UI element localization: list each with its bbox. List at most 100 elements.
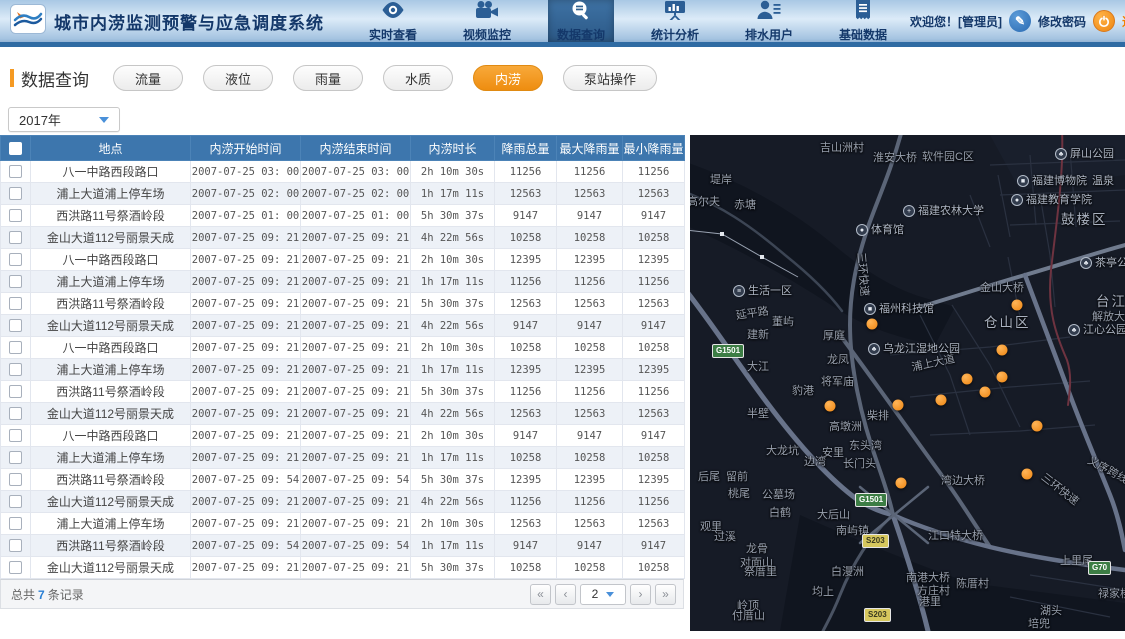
nav-label: 数据查询 xyxy=(556,27,605,42)
tab-level[interactable]: 液位 xyxy=(203,65,273,91)
nav-item-base-data[interactable]: 基础数据 xyxy=(816,0,910,42)
flood-marker[interactable] xyxy=(895,477,907,489)
table-row[interactable]: 金山大道112号丽景天成 2007-07-25 09: 21 2007-07-25 … xyxy=(0,402,685,425)
table-row[interactable]: 八一中路西段路口 2007-07-25 09: 21 2007-07-25 09: … xyxy=(0,248,685,271)
cell: 2007-07-25 09: 21 xyxy=(190,248,301,271)
flood-marker[interactable] xyxy=(996,371,1008,383)
cell: 2007-07-25 01: 00 xyxy=(190,204,301,227)
table-row[interactable]: 浦上大道浦上停车场 2007-07-25 09: 21 2007-07-25 09:… xyxy=(0,446,685,469)
cell: 2007-07-25 09: 21 xyxy=(190,292,301,315)
row-checkbox[interactable] xyxy=(9,341,22,354)
pagination: « ‹ 2 › » xyxy=(530,583,676,605)
flood-marker[interactable] xyxy=(979,386,991,398)
tab-pump-station[interactable]: 泵站操作 xyxy=(563,65,658,91)
table-row[interactable]: 西洪路11号祭酒岭段 2007-07-25 09: 21 2007-07-25 09… xyxy=(0,380,685,403)
tab-water-quality[interactable]: 水质 xyxy=(383,65,453,91)
row-checkbox[interactable] xyxy=(9,385,22,398)
flood-marker[interactable] xyxy=(1011,299,1023,311)
nav-item-data-query[interactable]: 数据查询 xyxy=(548,0,614,42)
table-row[interactable]: 八一中路西段路口 2007-07-25 09: 21 2007-07-25 09: … xyxy=(0,336,685,359)
flood-marker[interactable] xyxy=(824,400,836,412)
flood-marker[interactable] xyxy=(935,394,947,406)
row-checkbox[interactable] xyxy=(9,253,22,266)
cell: 10258 xyxy=(556,446,623,469)
map-label: 陈厝村 xyxy=(956,578,989,590)
row-checkbox[interactable] xyxy=(9,561,22,574)
tab-waterlogging[interactable]: 内涝 xyxy=(473,65,543,91)
cell: 12563 xyxy=(556,402,623,425)
poi-label: 茶亭公园 xyxy=(1095,256,1125,269)
next-page-button[interactable]: › xyxy=(630,583,651,605)
cell: 11256 xyxy=(622,160,685,183)
cell: 10258 xyxy=(494,556,557,579)
map-label: 东头湾 xyxy=(849,440,882,452)
row-checkbox[interactable] xyxy=(9,451,22,464)
cell: 2007-07-25 09: 21 xyxy=(300,446,411,469)
flood-marker[interactable] xyxy=(866,318,878,330)
map-poi: ♣ 屏山公园 xyxy=(1055,148,1114,160)
cell: 2h 10m 30s xyxy=(410,160,495,183)
page-select[interactable]: 2 xyxy=(580,583,626,605)
first-page-button[interactable]: « xyxy=(530,583,551,605)
table-row[interactable]: 西洪路11号祭酒岭段 2007-07-25 09: 54 2007-07-25 09… xyxy=(0,468,685,491)
flood-marker[interactable] xyxy=(892,399,904,411)
row-checkbox[interactable] xyxy=(9,407,22,420)
row-checkbox[interactable] xyxy=(9,187,22,200)
flood-marker[interactable] xyxy=(1031,420,1043,432)
tab-rainfall[interactable]: 雨量 xyxy=(293,65,363,91)
row-checkbox[interactable] xyxy=(9,429,22,442)
poi-icon: ♣ xyxy=(1068,324,1080,336)
table-header-row: 地点 内涝开始时间 内涝结束时间 内涝时长 降雨总量 最大降雨量 最小降雨量 xyxy=(0,135,685,161)
table-row[interactable]: 八一中路西段路口 2007-07-25 09: 21 2007-07-25 09: … xyxy=(0,424,685,447)
table-row[interactable]: 浦上大道浦上停车场 2007-07-25 02: 00 2007-07-25 02:… xyxy=(0,182,685,205)
row-checkbox[interactable] xyxy=(9,165,22,178)
table-row[interactable]: 西洪路11号祭酒岭段 2007-07-25 09: 21 2007-07-25 09… xyxy=(0,292,685,315)
flood-marker[interactable] xyxy=(1021,468,1033,480)
table-row[interactable]: 金山大道112号丽景天成 2007-07-25 09: 21 2007-07-25 … xyxy=(0,226,685,249)
nav-item-realtime[interactable]: 实时查看 xyxy=(346,0,440,42)
row-checkbox[interactable] xyxy=(9,231,22,244)
row-checkbox[interactable] xyxy=(9,297,22,310)
cell: 10258 xyxy=(494,446,557,469)
row-checkbox[interactable] xyxy=(9,363,22,376)
row-checkbox[interactable] xyxy=(9,517,22,530)
table-row[interactable]: 西洪路11号祭酒岭段 2007-07-25 09: 54 2007-07-25 09… xyxy=(0,534,685,557)
row-checkbox[interactable] xyxy=(9,495,22,508)
nav-item-statistics[interactable]: 统计分析 xyxy=(628,0,722,42)
change-password-icon[interactable]: ✎ xyxy=(1009,10,1031,32)
waterlogging-table: 地点 内涝开始时间 内涝结束时间 内涝时长 降雨总量 最大降雨量 最小降雨量 八一中路西段路… xyxy=(0,135,685,609)
change-password-link[interactable]: 修改密码 xyxy=(1038,13,1086,30)
nav-item-drainage-users[interactable]: 排水用户 xyxy=(722,0,816,42)
table-row[interactable]: 金山大道112号丽景天成 2007-07-25 09: 21 2007-07-25 … xyxy=(0,314,685,337)
total-count: 7 xyxy=(38,587,45,602)
checkbox-cell xyxy=(0,336,31,359)
cell: 2007-07-25 09: 54 xyxy=(300,468,411,491)
flood-marker[interactable] xyxy=(961,373,973,385)
last-page-button[interactable]: » xyxy=(655,583,676,605)
row-checkbox[interactable] xyxy=(9,319,22,332)
power-icon[interactable] xyxy=(1093,10,1116,32)
select-all-checkbox[interactable] xyxy=(9,141,22,155)
prev-page-button[interactable]: ‹ xyxy=(555,583,576,605)
flood-marker[interactable] xyxy=(996,344,1008,356)
poi-icon: ● xyxy=(1011,194,1023,206)
row-checkbox[interactable] xyxy=(9,473,22,486)
row-checkbox[interactable] xyxy=(9,209,22,222)
table-row[interactable]: 金山大道112号丽景天成 2007-07-25 09: 21 2007-07-25 … xyxy=(0,556,685,579)
cell: 浦上大道浦上停车场 xyxy=(30,182,191,205)
table-row[interactable]: 西洪路11号祭酒岭段 2007-07-25 01: 00 2007-07-25 01… xyxy=(0,204,685,227)
nav-item-video[interactable]: 视频监控 xyxy=(440,0,534,42)
tab-flow[interactable]: 流量 xyxy=(113,65,183,91)
cell: 9147 xyxy=(556,314,623,337)
row-checkbox[interactable] xyxy=(9,275,22,288)
map[interactable]: 吉山洲村淮安大桥软件园C区堤岸田高尔夫赤塘鼓楼区金山大桥仓山区台江解放大桥延平路… xyxy=(690,135,1125,631)
row-checkbox[interactable] xyxy=(9,539,22,552)
table-row[interactable]: 浦上大道浦上停车场 2007-07-25 09: 21 2007-07-25 09:… xyxy=(0,270,685,293)
table-row[interactable]: 金山大道112号丽景天成 2007-07-25 09: 21 2007-07-25 … xyxy=(0,490,685,513)
table-row[interactable]: 浦上大道浦上停车场 2007-07-25 09: 21 2007-07-25 09:… xyxy=(0,512,685,535)
year-select[interactable]: 2017年 xyxy=(8,107,120,132)
table-row[interactable]: 浦上大道浦上停车场 2007-07-25 09: 21 2007-07-25 09:… xyxy=(0,358,685,381)
nav-label: 基础数据 xyxy=(838,27,887,42)
map-label: 仓山区 xyxy=(984,315,1031,330)
table-row[interactable]: 八一中路西段路口 2007-07-25 03: 00 2007-07-25 03: … xyxy=(0,160,685,183)
